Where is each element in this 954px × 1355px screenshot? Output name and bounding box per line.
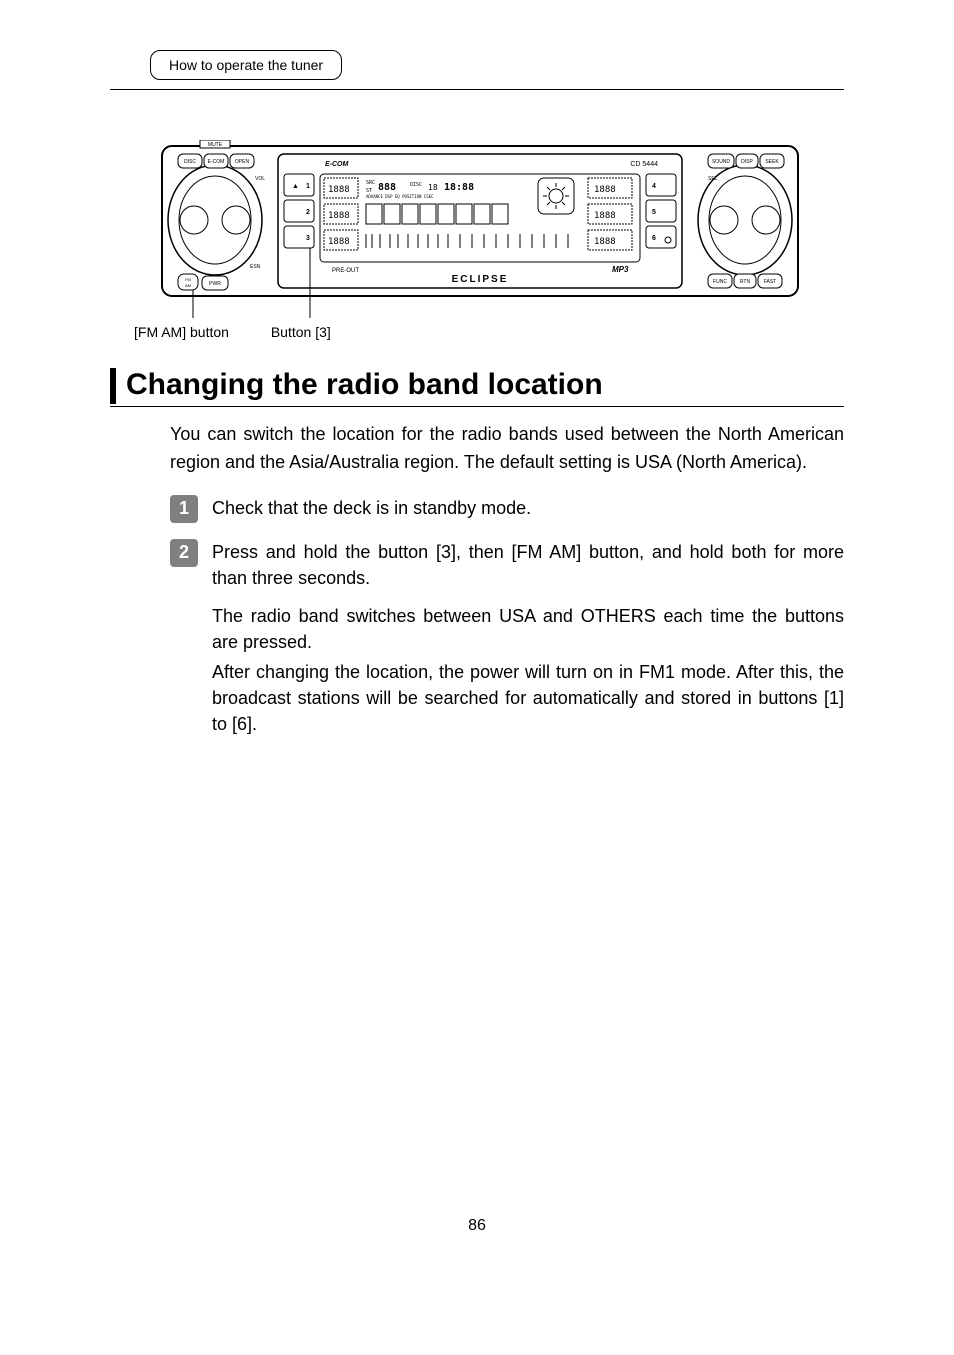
svg-text:SOUND: SOUND — [712, 159, 730, 165]
svg-text:2: 2 — [306, 209, 310, 216]
svg-text:ESN: ESN — [250, 264, 261, 270]
svg-text:E-COM: E-COM — [325, 161, 349, 168]
device-diagram: MUTE DISC E-COM OPEN VOL ESN FM — [160, 140, 814, 320]
svg-text:▲: ▲ — [292, 183, 299, 190]
svg-text:1888: 1888 — [594, 211, 616, 221]
svg-text:DISC: DISC — [410, 182, 422, 188]
svg-text:5: 5 — [652, 209, 656, 216]
breadcrumb: How to operate the tuner — [150, 50, 342, 80]
svg-text:ECLIPSE: ECLIPSE — [452, 274, 509, 285]
preset-right: 4 5 6 — [646, 174, 676, 248]
svg-text:SRC: SRC — [366, 180, 375, 186]
svg-text:SEEK: SEEK — [765, 159, 779, 165]
svg-text:SEL: SEL — [708, 176, 718, 182]
svg-text:1888: 1888 — [328, 237, 350, 247]
divider — [110, 406, 844, 407]
intro-text: You can switch the location for the radi… — [170, 421, 844, 477]
step-text: Press and hold the button [3], then [FM … — [212, 539, 844, 591]
svg-text:ADVANCE DSP EQ POSITION CSEC: ADVANCE DSP EQ POSITION CSEC — [366, 194, 434, 199]
page-title: Changing the radio band location — [126, 368, 603, 404]
svg-text:1888: 1888 — [594, 237, 616, 247]
step-number: 1 — [170, 495, 198, 523]
svg-text:1: 1 — [306, 183, 310, 190]
svg-text:DISP: DISP — [741, 159, 753, 165]
heading-accent-bar — [110, 368, 116, 404]
svg-text:PRE-OUT: PRE-OUT — [332, 268, 359, 274]
mute-label: MUTE — [208, 142, 223, 148]
svg-text:888: 888 — [378, 182, 396, 193]
step-number: 2 — [170, 539, 198, 567]
preset-left: ▲ 1 2 3 — [284, 174, 314, 248]
svg-text:AM: AM — [185, 283, 191, 288]
callout-button-3: Button [3] — [271, 324, 331, 340]
svg-text:RTN: RTN — [740, 279, 751, 285]
svg-text:1888: 1888 — [328, 185, 350, 195]
svg-text:3: 3 — [306, 235, 310, 242]
svg-text:CD 5444: CD 5444 — [630, 161, 658, 168]
page-number: 86 — [110, 1217, 844, 1235]
svg-text:FAST: FAST — [764, 279, 777, 285]
divider — [110, 89, 844, 90]
svg-text:E-COM: E-COM — [208, 159, 225, 165]
svg-text:OPEN: OPEN — [235, 159, 250, 165]
svg-text:FM: FM — [185, 277, 191, 282]
svg-text:4: 4 — [652, 183, 656, 190]
svg-text:FUNC: FUNC — [713, 279, 727, 285]
svg-text:DISC: DISC — [184, 159, 196, 165]
svg-text:1888: 1888 — [328, 211, 350, 221]
svg-text:18:88: 18:88 — [444, 182, 474, 193]
callout-fm-am: [FM AM] button — [134, 324, 229, 340]
svg-text:PWR: PWR — [209, 281, 221, 287]
svg-text:6: 6 — [652, 235, 656, 242]
svg-text:VOL: VOL — [255, 176, 265, 182]
svg-text:MP3: MP3 — [612, 265, 629, 274]
step-text: After changing the location, the power w… — [212, 659, 844, 737]
svg-text:18: 18 — [428, 183, 438, 192]
step-text: Check that the deck is in standby mode. — [212, 495, 844, 521]
step-text: The radio band switches between USA and … — [212, 603, 844, 655]
svg-text:1888: 1888 — [594, 185, 616, 195]
